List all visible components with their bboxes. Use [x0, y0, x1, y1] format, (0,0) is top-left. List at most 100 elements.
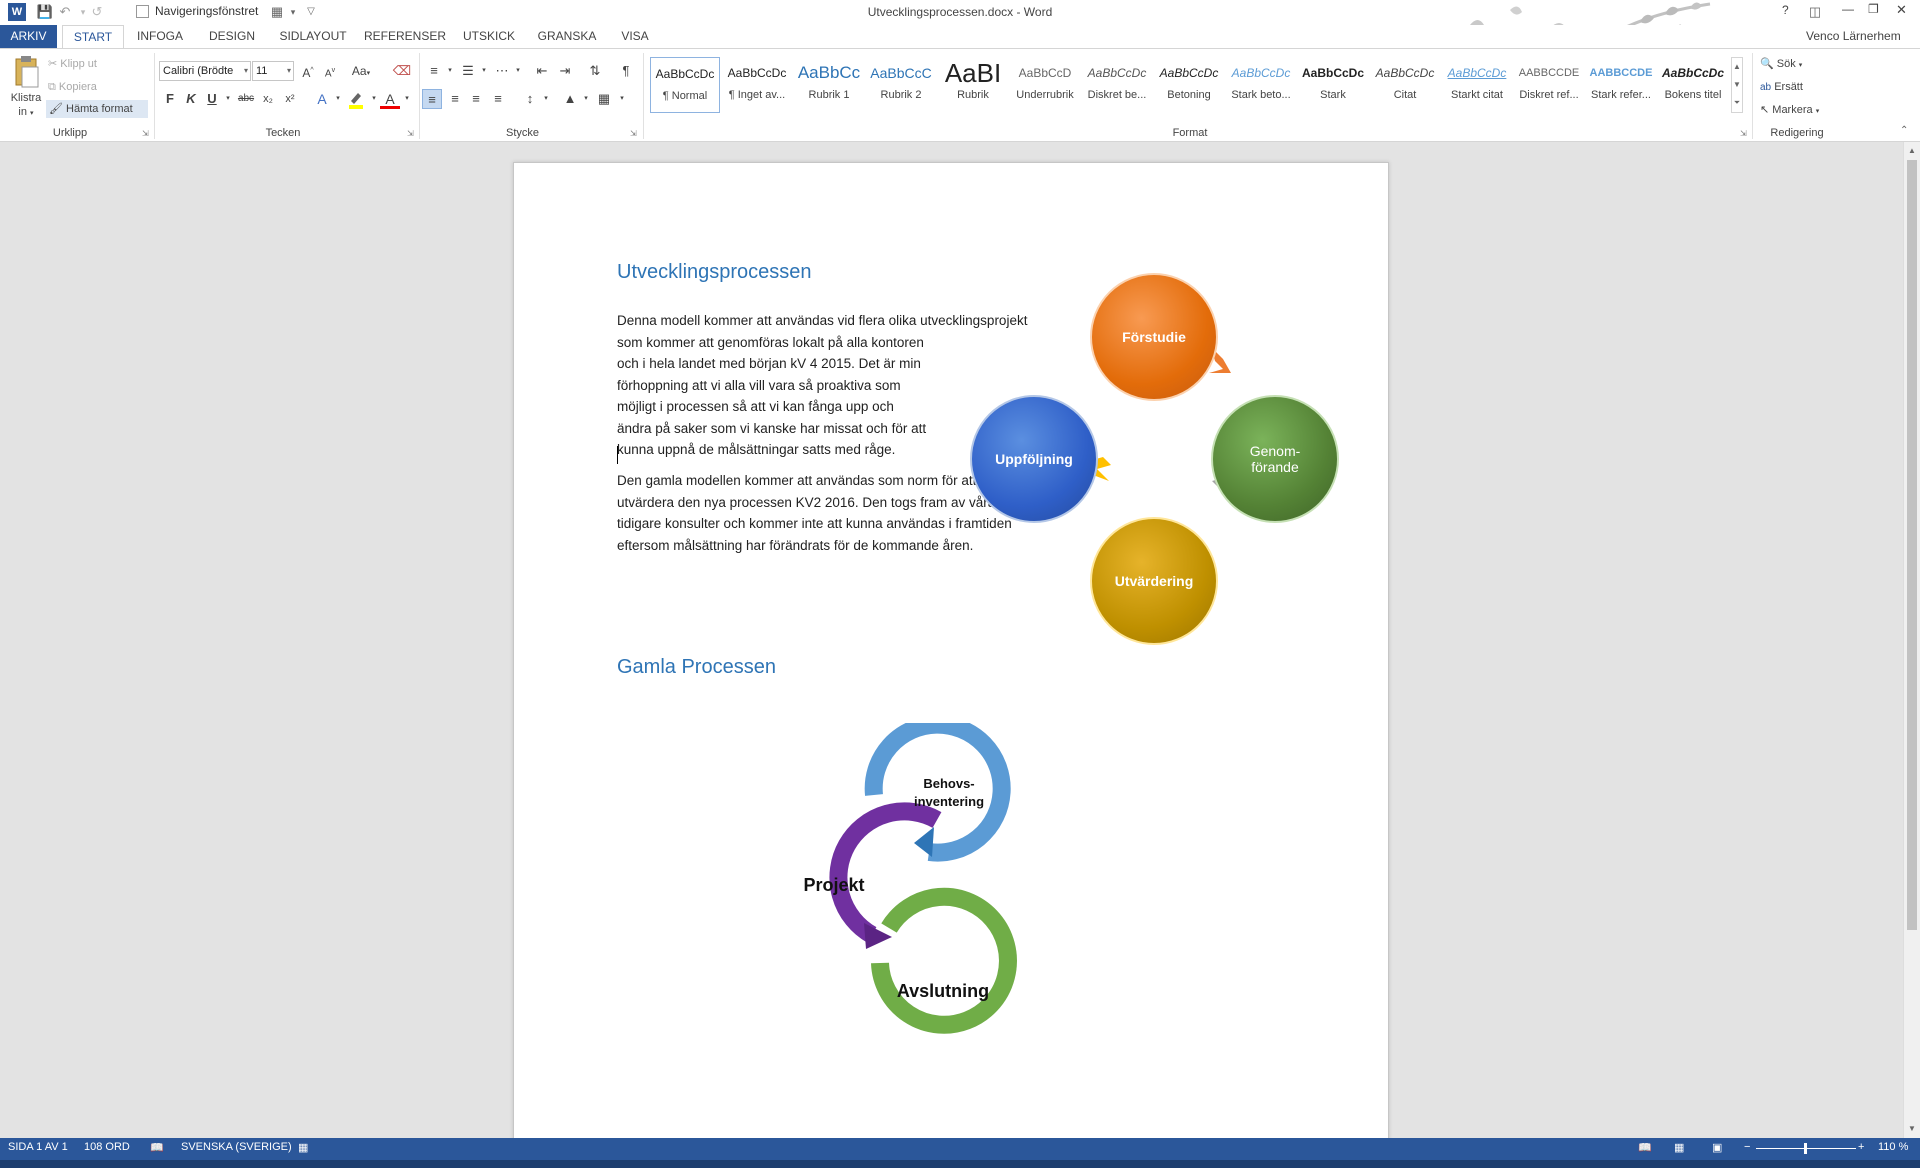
tab-start[interactable]: START	[62, 25, 124, 48]
paste-dropdown-icon[interactable]: ▾	[30, 110, 34, 117]
cycle-node-utvardering[interactable]: Utvärdering	[1090, 517, 1218, 645]
macro-icon[interactable]: ▦	[298, 1141, 308, 1154]
proofing-icon[interactable]: 📖	[150, 1141, 164, 1154]
font-size-combo[interactable]: 11 ▾	[252, 61, 294, 81]
format-painter-button[interactable]: 🖌 Hämta format	[46, 100, 148, 118]
paragraph-launcher-icon[interactable]: ⇲	[630, 129, 637, 138]
zoom-level[interactable]: 110 %	[1878, 1141, 1908, 1153]
style-item[interactable]: AABBCCDE Diskret ref...	[1514, 57, 1584, 113]
borders-dropdown-icon[interactable]: ▾	[612, 89, 632, 109]
strikethrough-button[interactable]: abc	[236, 89, 256, 109]
customize-toolbar-icon[interactable]: ▽	[302, 3, 320, 21]
style-item[interactable]: AaBbCcDc Stark beto...	[1226, 57, 1296, 113]
justify-icon[interactable]: ≡	[488, 89, 508, 109]
style-item[interactable]: AaBbCcDc Stark	[1298, 57, 1368, 113]
cycle-node-forstudie[interactable]: Förstudie	[1090, 273, 1218, 401]
word-count[interactable]: 108 ORD	[84, 1141, 130, 1153]
tab-visa[interactable]: VISA	[612, 25, 658, 48]
borders-icon[interactable]: ▦	[594, 89, 614, 109]
ribbon-display-icon[interactable]: ◫	[1806, 3, 1824, 21]
font-color-dropdown-icon[interactable]: ▾	[397, 89, 417, 109]
zoom-out-button[interactable]: −	[1744, 1141, 1750, 1153]
minimize-button[interactable]: —	[1842, 2, 1854, 16]
style-item[interactable]: AaBbCcDc ¶ Inget av...	[722, 57, 792, 113]
increase-indent-icon[interactable]: ⇥	[555, 61, 575, 81]
tab-sidlayout[interactable]: SIDLAYOUT	[273, 25, 353, 48]
vertical-scrollbar[interactable]: ▲ ▼	[1903, 142, 1920, 1138]
clipboard-launcher-icon[interactable]: ⇲	[142, 129, 149, 138]
numbering-dropdown-icon[interactable]: ▾	[474, 61, 494, 81]
pilcrow-icon[interactable]: ¶	[616, 61, 636, 81]
more-styles-icon[interactable]: ⏷	[1732, 94, 1742, 112]
style-item[interactable]: AaBbCcDc Starkt citat	[1442, 57, 1512, 113]
style-item[interactable]: AaBbCcDc Betoning	[1154, 57, 1224, 113]
tab-referenser[interactable]: REFERENSER	[363, 25, 447, 48]
old-process-behov[interactable]: Behovs- inventering	[894, 775, 1004, 811]
nav-pane-checkbox[interactable]	[136, 5, 149, 18]
superscript-button[interactable]: x²	[280, 89, 300, 109]
style-item[interactable]: AABBCCDE Stark refer...	[1586, 57, 1656, 113]
align-center-icon[interactable]: ≡	[445, 89, 465, 109]
shading-dropdown-icon[interactable]: ▾	[576, 89, 596, 109]
style-item[interactable]: AaBbCc Rubrik 1	[794, 57, 864, 113]
tab-utskick[interactable]: UTSKICK	[456, 25, 522, 48]
multilevel-dropdown-icon[interactable]: ▾	[508, 61, 528, 81]
italic-button[interactable]: K	[181, 89, 201, 109]
line-spacing-dropdown-icon[interactable]: ▾	[536, 89, 556, 109]
font-launcher-icon[interactable]: ⇲	[407, 129, 414, 138]
tab-design[interactable]: DESIGN	[203, 25, 261, 48]
save-icon[interactable]: 💾	[36, 3, 54, 21]
tab-granska[interactable]: GRANSKA	[532, 25, 602, 48]
style-item[interactable]: AaBbCcC Rubrik 2	[866, 57, 936, 113]
find-button[interactable]: 🔍 Sök ▾	[1760, 55, 1802, 73]
scroll-up-icon[interactable]: ▲	[1732, 58, 1742, 76]
collapse-ribbon-icon[interactable]: ⌃	[1900, 125, 1908, 136]
paste-icon[interactable]	[10, 55, 42, 89]
styles-launcher-icon[interactable]: ⇲	[1740, 129, 1747, 138]
help-button[interactable]: ?	[1782, 3, 1789, 17]
style-item[interactable]: AaBI Rubrik	[938, 57, 1008, 113]
cycle-node-uppfoljning[interactable]: Uppföljning	[970, 395, 1098, 523]
redo-icon[interactable]: ↺	[88, 3, 106, 21]
tab-arkiv[interactable]: ARKIV	[0, 25, 57, 48]
replace-button[interactable]: ab Ersätt	[1760, 78, 1803, 96]
print-layout-icon[interactable]: ▦	[1674, 1141, 1684, 1154]
cycle-node-genomforande[interactable]: Genom- förande	[1211, 395, 1339, 523]
table-dropdown-icon[interactable]: ▾	[284, 3, 302, 21]
underline-dropdown-icon[interactable]: ▾	[218, 89, 238, 109]
close-button[interactable]: ✕	[1896, 2, 1907, 18]
font-name-combo[interactable]: Calibri (Brödte ▾	[159, 61, 251, 81]
paste-button[interactable]: Klistra in ▾	[8, 91, 44, 121]
grow-font-icon[interactable]: A^	[298, 61, 318, 81]
align-left-icon[interactable]: ≡	[422, 89, 442, 109]
style-item[interactable]: AaBbCcDc Diskret be...	[1082, 57, 1152, 113]
zoom-slider-thumb[interactable]	[1804, 1143, 1807, 1154]
user-name[interactable]: Venco Lärnerhem	[1806, 29, 1901, 43]
change-case-button[interactable]: Aa▾	[348, 61, 374, 81]
highlight-icon[interactable]	[346, 89, 366, 109]
scrollbar-thumb[interactable]	[1907, 160, 1917, 930]
style-item[interactable]: AaBbCcDc Bokens titel	[1658, 57, 1728, 113]
web-layout-icon[interactable]: ▣	[1712, 1141, 1722, 1154]
undo-icon[interactable]: ↶	[56, 3, 74, 21]
style-item[interactable]: AaBbCcD Underrubrik	[1010, 57, 1080, 113]
maximize-button[interactable]: ❐	[1868, 2, 1879, 16]
text-effect-dropdown-icon[interactable]: ▾	[328, 89, 348, 109]
language[interactable]: SVENSKA (SVERIGE)	[181, 1141, 292, 1153]
bold-button[interactable]: F	[160, 89, 180, 109]
page-count[interactable]: SIDA 1 AV 1	[8, 1141, 68, 1153]
style-item[interactable]: AaBbCcDc ¶ Normal	[650, 57, 720, 113]
scroll-up-icon[interactable]: ▲	[1908, 146, 1916, 155]
cut-button[interactable]: ✂ Klipp ut	[48, 55, 97, 73]
decrease-indent-icon[interactable]: ⇤	[532, 61, 552, 81]
scroll-down-icon[interactable]: ▼	[1908, 1124, 1916, 1133]
bullets-dropdown-icon[interactable]: ▾	[440, 61, 460, 81]
old-process-projekt[interactable]: Projekt	[784, 875, 884, 896]
shrink-font-icon[interactable]: Av	[320, 61, 340, 81]
select-button[interactable]: ↖ Markera ▾	[1760, 101, 1819, 119]
old-process-avslutning[interactable]: Avslutning	[888, 981, 998, 1002]
clear-format-icon[interactable]: ⌫	[392, 61, 412, 81]
scroll-down-icon[interactable]: ▼	[1732, 76, 1742, 94]
read-mode-icon[interactable]: 📖	[1638, 1141, 1652, 1154]
zoom-in-button[interactable]: +	[1858, 1141, 1864, 1153]
